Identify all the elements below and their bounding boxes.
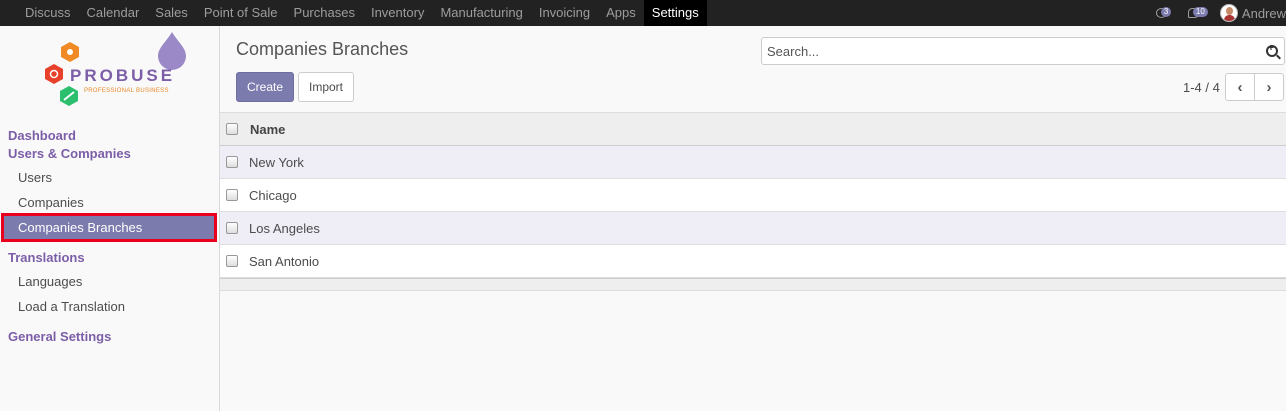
search-input[interactable] xyxy=(762,38,1252,64)
logo-name: PROBUSE xyxy=(70,66,176,85)
menu-purchases[interactable]: Purchases xyxy=(286,0,363,26)
menu-settings[interactable]: Settings xyxy=(643,0,707,26)
menu-invoicing[interactable]: Invoicing xyxy=(531,0,598,26)
table-row[interactable]: Chicago xyxy=(220,179,1286,212)
user-name[interactable]: Andrew xyxy=(1242,6,1286,21)
sidebar-item-load-translation[interactable]: Load a Translation xyxy=(18,299,125,314)
messages-count-badge: 10 xyxy=(1192,7,1208,17)
sidebar-dashboard[interactable]: Dashboard xyxy=(8,128,76,143)
menu-calendar[interactable]: Calendar xyxy=(79,0,148,26)
sidebar-item-companies-branches[interactable]: Companies Branches xyxy=(1,213,217,242)
menu-sales[interactable]: Sales xyxy=(147,0,196,26)
search-box xyxy=(761,37,1285,65)
logo-tagline: PROFESSIONAL BUSINESS xyxy=(84,88,169,94)
menu-apps[interactable]: Apps xyxy=(598,0,644,26)
top-navbar: Discuss Calendar Sales Point of Sale Pur… xyxy=(0,0,1286,26)
table-header: Name xyxy=(220,112,1286,146)
table-footer xyxy=(220,278,1286,291)
table-row[interactable]: San Antonio xyxy=(220,245,1286,278)
sidebar-general-settings[interactable]: General Settings xyxy=(8,329,111,344)
sidebar-item-companies[interactable]: Companies xyxy=(18,195,84,210)
menu-inventory[interactable]: Inventory xyxy=(363,0,432,26)
chevron-left-icon: ‹ xyxy=(1237,78,1243,96)
messages-icon[interactable]: 10 xyxy=(1187,7,1208,18)
sidebar-users-companies[interactable]: Users & Companies xyxy=(8,146,131,161)
sidebar: PROBUSE PROFESSIONAL BUSINESS Dashboard … xyxy=(0,26,220,411)
pager-previous-button[interactable]: ‹ xyxy=(1225,73,1255,101)
menu-discuss[interactable]: Discuss xyxy=(17,0,79,26)
row-checkbox[interactable] xyxy=(226,255,238,267)
systray: 3 10 Andrew xyxy=(1155,0,1286,26)
sidebar-item-languages[interactable]: Languages xyxy=(18,274,82,289)
activity-icon[interactable]: 3 xyxy=(1155,7,1172,18)
row-name: Los Angeles xyxy=(249,220,320,236)
search-icon[interactable] xyxy=(1266,43,1278,57)
row-checkbox[interactable] xyxy=(226,156,238,168)
chevron-right-icon: › xyxy=(1266,78,1272,96)
row-name: New York xyxy=(249,154,304,170)
create-button[interactable]: Create xyxy=(236,72,294,102)
row-checkbox[interactable] xyxy=(226,189,238,201)
table-row[interactable]: New York xyxy=(220,146,1286,179)
row-name: Chicago xyxy=(249,187,297,203)
user-avatar[interactable] xyxy=(1219,4,1238,22)
pager-next-button[interactable]: › xyxy=(1254,73,1284,101)
activity-count-badge: 3 xyxy=(1160,7,1172,17)
select-all-checkbox[interactable] xyxy=(226,123,238,135)
table-row[interactable]: Los Angeles xyxy=(220,212,1286,245)
row-name: San Antonio xyxy=(249,253,320,269)
menu-manufacturing[interactable]: Manufacturing xyxy=(432,0,530,26)
list-view: Name New York Chicago Los Angeles San An… xyxy=(220,112,1286,291)
row-checkbox[interactable] xyxy=(226,222,238,234)
app-menu: Discuss Calendar Sales Point of Sale Pur… xyxy=(0,0,707,26)
column-header-name[interactable]: Name xyxy=(250,122,285,137)
sidebar-translations[interactable]: Translations xyxy=(8,250,85,265)
company-logo: PROBUSE PROFESSIONAL BUSINESS xyxy=(40,30,190,116)
page-title: Companies Branches xyxy=(236,39,409,59)
menu-point-of-sale[interactable]: Point of Sale xyxy=(196,0,286,26)
select-all-cell xyxy=(220,113,244,145)
import-button[interactable]: Import xyxy=(298,72,354,102)
pager-value[interactable]: 1-4 / 4 xyxy=(1183,80,1220,95)
sidebar-item-users[interactable]: Users xyxy=(18,170,52,185)
